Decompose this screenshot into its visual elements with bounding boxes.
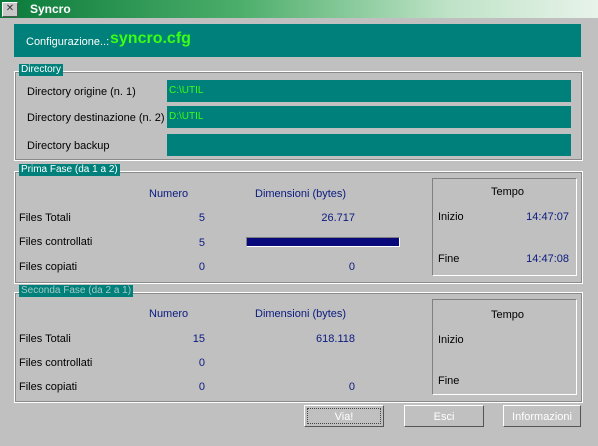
phase2-row-controllati: Files controllati [19,357,93,369]
config-label: Configurazione..: [26,36,110,48]
phase1-totali-dim: 26.717 [321,212,355,224]
phase1-tempo-title: Tempo [491,186,525,198]
phase1-progress-bar [246,237,400,247]
phase1-progress-fill [247,238,399,246]
dest-label: Directory destinazione (n. 2) [27,112,165,124]
phase2-row-copiati: Files copiati [19,381,78,393]
phase1-row-controllati: Files controllati [19,236,93,248]
phase2-col-dim: Dimensioni (bytes) [255,308,347,320]
phase1-inizio-label: Inizio [438,211,464,223]
informazioni-button[interactable]: Informazioni [503,405,581,427]
phase2-copiati-num: 0 [198,381,205,393]
phase1-controllati-num: 5 [198,237,205,249]
phase1-totali-num: 5 [198,212,205,224]
phase1-inizio-value: 14:47:07 [526,211,569,223]
phase1-group: Prima Fase (da 1 a 2) Numero Dimensioni … [14,164,583,284]
origin-field[interactable]: C:\UTIL [167,80,571,102]
close-x-icon[interactable]: ✕ [2,2,18,17]
phase2-legend: Seconda Fase (da 2 a 1) [19,285,134,297]
phase1-copiati-num: 0 [198,261,205,273]
phase2-totali-num: 15 [192,333,205,345]
phase2-col-numero: Numero [149,308,189,320]
phase2-controllati-num: 0 [198,357,205,369]
esci-button[interactable]: Esci [404,405,484,427]
phase1-fine-value: 14:47:08 [526,253,569,265]
origin-label: Directory origine (n. 1) [27,86,136,98]
phase1-copiati-dim: 0 [348,261,355,273]
backup-field[interactable] [167,134,571,156]
title-bar[interactable]: ✕ Syncro [0,0,598,18]
phase1-fine-label: Fine [438,253,460,265]
window-title: Syncro [30,2,71,16]
config-value: syncro.cfg [110,30,191,47]
phase2-tempo-title: Tempo [491,309,525,321]
phase2-row-totali: Files Totali [19,333,71,345]
phase2-copiati-dim: 0 [348,381,355,393]
via-button[interactable]: Via! [304,405,384,427]
phase1-col-numero: Numero [149,188,189,200]
directory-legend: Directory [19,64,64,76]
phase1-row-copiati: Files copiati [19,261,78,273]
phase2-tempo-box: Tempo Inizio Fine [432,299,577,395]
phase1-col-dim: Dimensioni (bytes) [255,188,347,200]
backup-label: Directory backup [27,140,110,152]
phase2-inizio-label: Inizio [438,334,464,346]
phase1-legend: Prima Fase (da 1 a 2) [19,164,120,176]
phase2-totali-dim: 618.118 [316,333,355,345]
phase1-tempo-box: Tempo Inizio 14:47:07 Fine 14:47:08 [432,178,577,276]
phase2-group: Seconda Fase (da 2 a 1) Numero Dimension… [14,285,583,403]
phase1-row-totali: Files Totali [19,212,71,224]
dest-field[interactable]: D:\UTIL [167,106,571,128]
config-bar: Configurazione..: syncro.cfg [14,24,581,57]
directory-group: Directory Directory origine (n. 1) C:\UT… [14,64,583,161]
phase2-fine-label: Fine [438,375,460,387]
